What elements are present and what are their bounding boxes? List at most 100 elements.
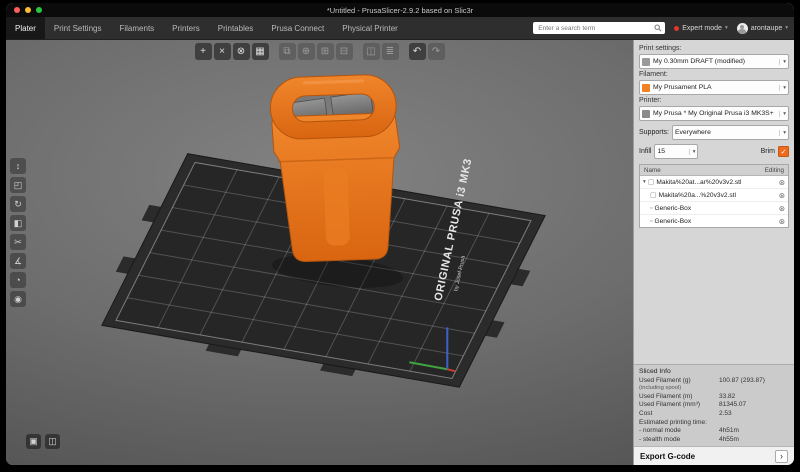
object-row[interactable]: ▫ Generic-Box ⊛ (640, 202, 788, 215)
column-name: Name (644, 166, 661, 174)
search-input[interactable] (536, 23, 655, 33)
remove-instance-button[interactable]: ⊟ (335, 43, 353, 60)
printer-value: My Prusa * My Original Prusa i3 MK3S+ (653, 110, 774, 117)
settings-gear-icon[interactable]: ⊛ (779, 204, 785, 213)
infill-combo[interactable]: 15 ▾ (654, 144, 699, 159)
modifier-icon: ▫ (650, 217, 653, 225)
scene-canvas: ORIGINAL PRUSA i3 MK3 by Josef Prusa (6, 40, 633, 465)
view-sliced-button[interactable]: ◫ (45, 434, 60, 449)
titlebar: *Untitled - PrusaSlicer-2.9.2 based on S… (6, 3, 794, 17)
window-title: *Untitled - PrusaSlicer-2.9.2 based on S… (326, 5, 474, 15)
user-name: arontaupe (750, 24, 783, 32)
prusaslicer-window: *Untitled - PrusaSlicer-2.9.2 based on S… (6, 3, 794, 465)
chevron-down-icon: ▾ (779, 110, 786, 117)
normal-mode-value: 4h51m (719, 427, 739, 434)
model-ridge (323, 167, 350, 246)
object-name: Generic-Box (654, 217, 692, 225)
sliced-info-row: - stealth mode 4h55m (639, 436, 789, 443)
tab-print-settings[interactable]: Print Settings (45, 17, 111, 39)
export-options-arrow-icon[interactable]: › (775, 449, 788, 463)
minimize-window-button[interactable] (25, 7, 31, 13)
print-settings-value: My 0.30mm DRAFT (modified) (653, 58, 746, 65)
print-preset-icon (642, 57, 650, 66)
split-objects-button[interactable]: ◫ (362, 43, 380, 60)
filament-combo[interactable]: My Prusament PLA ▾ (639, 80, 789, 95)
move-gizmo-button[interactable]: ↕ (10, 158, 26, 174)
sliced-info-row: - normal mode 4h51m (639, 427, 789, 434)
object-icon: ▢ (647, 179, 655, 186)
search-box[interactable] (533, 22, 666, 34)
supports-value: Everywhere (674, 129, 711, 136)
redo-button[interactable]: ↷ (427, 43, 445, 60)
search-icon (654, 24, 662, 32)
undo-button[interactable]: ↶ (408, 43, 426, 60)
object-list: Name Editing ▾ ▢ Makita%20at...ar%20v3v2… (639, 164, 789, 228)
place-on-face-button[interactable]: ◧ (10, 215, 26, 231)
scale-gizmo-button[interactable]: ◰ (10, 177, 26, 193)
view-solid-button[interactable]: ▣ (26, 434, 41, 449)
modifier-icon: ▫ (650, 204, 653, 212)
zoom-window-button[interactable] (36, 7, 42, 13)
close-window-button[interactable] (14, 7, 20, 13)
tab-printers[interactable]: Printers (163, 17, 209, 39)
filament-mm3-label: Used Filament (mm³) (639, 401, 701, 408)
settings-gear-icon[interactable]: ⊛ (779, 191, 785, 200)
supports-combo[interactable]: Everywhere ▾ (671, 125, 789, 140)
tab-printables[interactable]: Printables (209, 17, 263, 39)
tab-filaments[interactable]: Filaments (110, 17, 163, 39)
print-settings-combo[interactable]: My 0.30mm DRAFT (modified) ▾ (639, 54, 789, 69)
add-object-button[interactable]: + (194, 43, 212, 60)
tab-physical-printer[interactable]: Physical Printer (333, 17, 407, 39)
paint-supports-button[interactable]: ◔ (10, 272, 26, 288)
sliced-info-row: Cost 2.53 (639, 410, 789, 417)
gizmo-toolbar: ↕ ◰ ↻ ◧ ✂ ∡ ◔ ◉ (10, 158, 26, 307)
expander-icon[interactable]: ▾ (643, 179, 646, 185)
sliced-info-panel: Sliced Info Used Filament (g) (including… (634, 363, 794, 446)
settings-gear-icon[interactable]: ⊛ (779, 217, 785, 226)
supports-label: Supports: (639, 129, 669, 136)
variable-layer-height-button[interactable]: ≣ (381, 43, 399, 60)
infill-brim-row: Infill 15 ▾ Brim ✓ (639, 144, 789, 159)
user-account[interactable]: arontaupe ▾ (736, 22, 788, 34)
arrange-button[interactable]: ▦ (251, 43, 269, 60)
cost-value: 2.53 (719, 409, 732, 417)
sliced-info-title: Sliced Info (639, 367, 671, 375)
viewport-toolbar: + × ⊗ ▦ ⧉ ⊕ ⊞ ⊟ ◫ ≣ ↶ ↷ (194, 43, 445, 60)
tabbar: Plater Print Settings Filaments Printers… (6, 17, 794, 40)
sidebar: Print settings: My 0.30mm DRAFT (modifie… (633, 40, 794, 465)
settings-gear-icon[interactable]: ⊛ (779, 178, 785, 187)
object-list-header: Name Editing (640, 165, 788, 176)
print-settings-label: Print settings: (639, 45, 682, 52)
export-gcode-button[interactable]: Export G-code › (634, 446, 794, 465)
paste-button[interactable]: ⊕ (297, 43, 315, 60)
delete-all-button[interactable]: ⊗ (232, 43, 250, 60)
delete-object-button[interactable]: × (213, 43, 231, 60)
add-instance-button[interactable]: ⊞ (316, 43, 334, 60)
chevron-down-icon: ▾ (779, 129, 786, 136)
object-row[interactable]: ▢ Makita%20a...%20v3v2.stl ⊛ (640, 189, 788, 202)
tab-prusa-connect[interactable]: Prusa Connect (262, 17, 333, 39)
object-row[interactable]: ▾ ▢ Makita%20at...ar%20v3v2.stl ⊛ (640, 176, 788, 189)
brim-checkbox[interactable]: ✓ (778, 146, 789, 157)
object-name: Makita%20a...%20v3v2.stl (658, 191, 736, 199)
printer-combo[interactable]: My Prusa * My Original Prusa i3 MK3S+ ▾ (639, 106, 789, 121)
cut-button[interactable]: ✂ (10, 234, 26, 250)
filament-label: Filament: (639, 71, 668, 78)
copy-button[interactable]: ⧉ (278, 43, 296, 60)
supports-row: Supports: Everywhere ▾ (639, 125, 789, 140)
presets-section: Print settings: My 0.30mm DRAFT (modifie… (634, 40, 794, 159)
mode-label: Expert mode (682, 24, 722, 32)
filament-value: My Prusament PLA (653, 84, 712, 91)
print-time-header: Estimated printing time: (639, 418, 707, 426)
rotate-gizmo-button[interactable]: ↻ (10, 196, 26, 212)
measure-button[interactable]: ∡ (10, 253, 26, 269)
filament-g-label: Used Filament (g) (including spool) (639, 377, 691, 391)
mode-selector[interactable]: Expert mode ▾ (674, 24, 728, 32)
object-row[interactable]: ▫ Generic-Box ⊛ (640, 215, 788, 227)
object-name: Generic-Box (654, 204, 692, 212)
seam-button[interactable]: ◉ (10, 291, 26, 307)
filament-g-value: 100.87 (293.87) (719, 377, 765, 384)
viewport-3d[interactable]: ORIGINAL PRUSA i3 MK3 by Josef Prusa + ×… (6, 40, 633, 465)
tab-plater[interactable]: Plater (6, 17, 45, 39)
